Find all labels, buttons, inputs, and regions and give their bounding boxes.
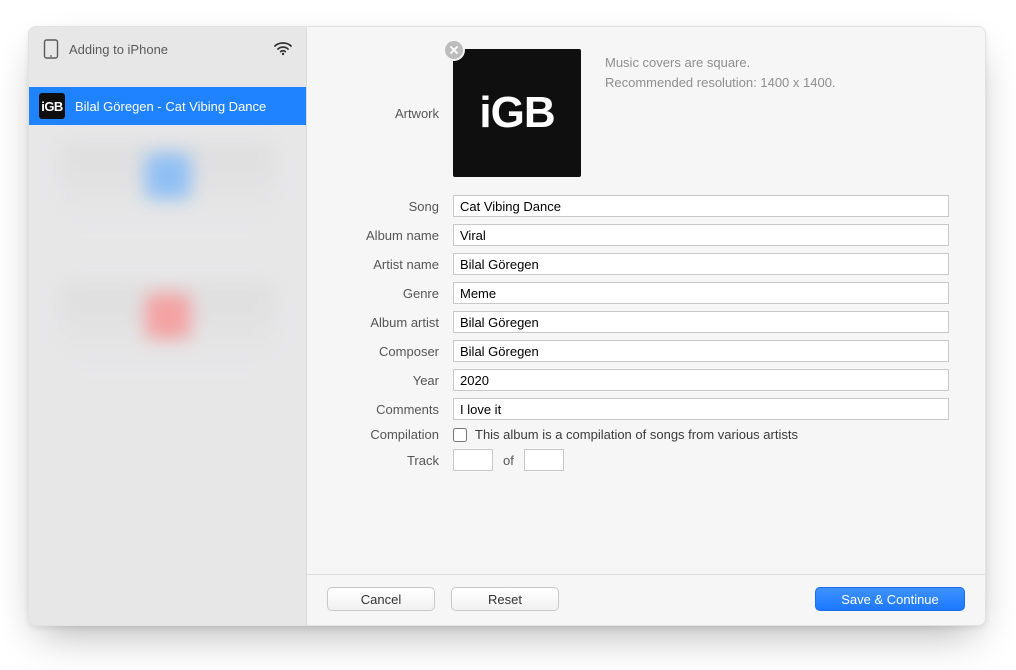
sidebar-status-text: Adding to iPhone — [59, 42, 274, 57]
wifi-icon — [274, 42, 292, 56]
year-input[interactable] — [453, 369, 949, 391]
artist-name-label: Artist name — [343, 257, 453, 272]
year-label: Year — [343, 373, 453, 388]
artwork-image[interactable]: iGB — [453, 49, 581, 177]
artwork-label: Artwork — [343, 106, 453, 121]
track-list: iGB Bilal Göregen - Cat Vibing Dance — [29, 87, 306, 125]
device-icon — [43, 39, 59, 59]
track-name: Bilal Göregen - Cat Vibing Dance — [75, 99, 266, 114]
album-name-label: Album name — [343, 228, 453, 243]
form-area: Artwork iGB Music covers are square. Rec… — [307, 27, 985, 574]
sidebar: Adding to iPhone iGB Bilal Göregen - Cat — [29, 27, 307, 625]
track-number-input[interactable] — [453, 449, 493, 471]
track-thumb-icon: iGB — [39, 93, 65, 119]
artwork-hint-line: Recommended resolution: 1400 x 1400. — [605, 73, 836, 93]
artwork-logo-text: iGB — [479, 88, 554, 138]
artist-name-input[interactable] — [453, 253, 949, 275]
cancel-button[interactable]: Cancel — [327, 587, 435, 611]
compilation-checkbox[interactable] — [453, 428, 467, 442]
album-artist-input[interactable] — [453, 311, 949, 333]
album-name-input[interactable] — [453, 224, 949, 246]
comments-label: Comments — [343, 402, 453, 417]
compilation-label: Compilation — [343, 427, 453, 442]
artwork-hint-line: Music covers are square. — [605, 53, 836, 73]
sidebar-background — [59, 143, 276, 607]
app-window: Adding to iPhone iGB Bilal Göregen - Cat — [28, 26, 986, 626]
composer-label: Composer — [343, 344, 453, 359]
genre-label: Genre — [343, 286, 453, 301]
composer-input[interactable] — [453, 340, 949, 362]
save-continue-button[interactable]: Save & Continue — [815, 587, 965, 611]
album-artist-label: Album artist — [343, 315, 453, 330]
reset-button[interactable]: Reset — [451, 587, 559, 611]
compilation-checkbox-label: This album is a compilation of songs fro… — [475, 427, 798, 442]
list-item[interactable]: iGB Bilal Göregen - Cat Vibing Dance — [29, 87, 306, 125]
genre-input[interactable] — [453, 282, 949, 304]
comments-input[interactable] — [453, 398, 949, 420]
sidebar-header: Adding to iPhone — [29, 27, 306, 67]
artwork-row: Artwork iGB Music covers are square. Rec… — [343, 49, 949, 177]
track-label: Track — [343, 453, 453, 468]
footer: Cancel Reset Save & Continue — [307, 574, 985, 625]
main-panel: Artwork iGB Music covers are square. Rec… — [307, 27, 985, 625]
remove-artwork-button[interactable] — [443, 39, 465, 61]
artwork-hint: Music covers are square. Recommended res… — [605, 49, 836, 92]
track-of-label: of — [503, 453, 514, 468]
song-label: Song — [343, 199, 453, 214]
song-input[interactable] — [453, 195, 949, 217]
track-total-input[interactable] — [524, 449, 564, 471]
